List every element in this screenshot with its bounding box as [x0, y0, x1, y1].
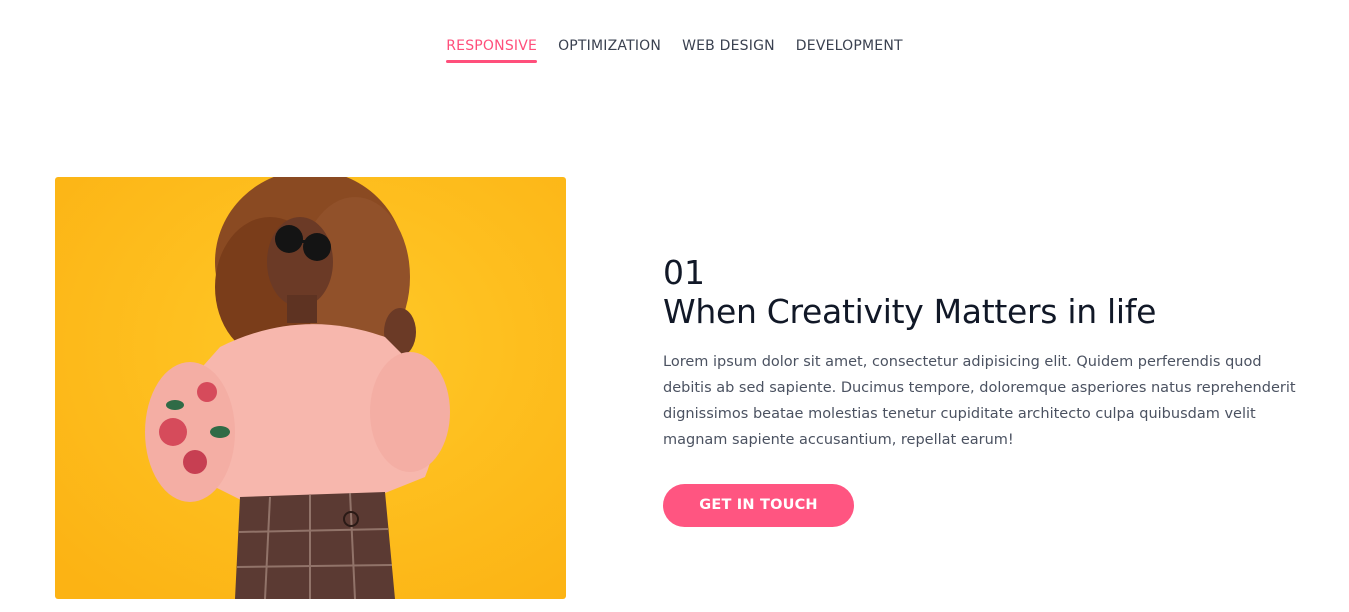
category-tabs: RESPONSIVE OPTIMIZATION WEB DESIGN DEVEL… [0, 36, 1349, 63]
tab-responsive[interactable]: RESPONSIVE [446, 36, 537, 63]
tab-optimization[interactable]: OPTIMIZATION [558, 36, 661, 62]
feature-description: Lorem ipsum dolor sit amet, consectetur … [663, 354, 1296, 448]
tab-development[interactable]: DEVELOPMENT [796, 36, 903, 62]
tab-web-design[interactable]: WEB DESIGN [682, 36, 775, 62]
feature-content: 01 When Creativity Matters in life Lorem… [663, 254, 1303, 527]
get-in-touch-button[interactable]: GET IN TOUCH [663, 484, 854, 527]
feature-title: When Creativity Matters in life [663, 292, 1157, 331]
feature-photo [55, 177, 566, 599]
feature-number: 01 [663, 253, 705, 292]
